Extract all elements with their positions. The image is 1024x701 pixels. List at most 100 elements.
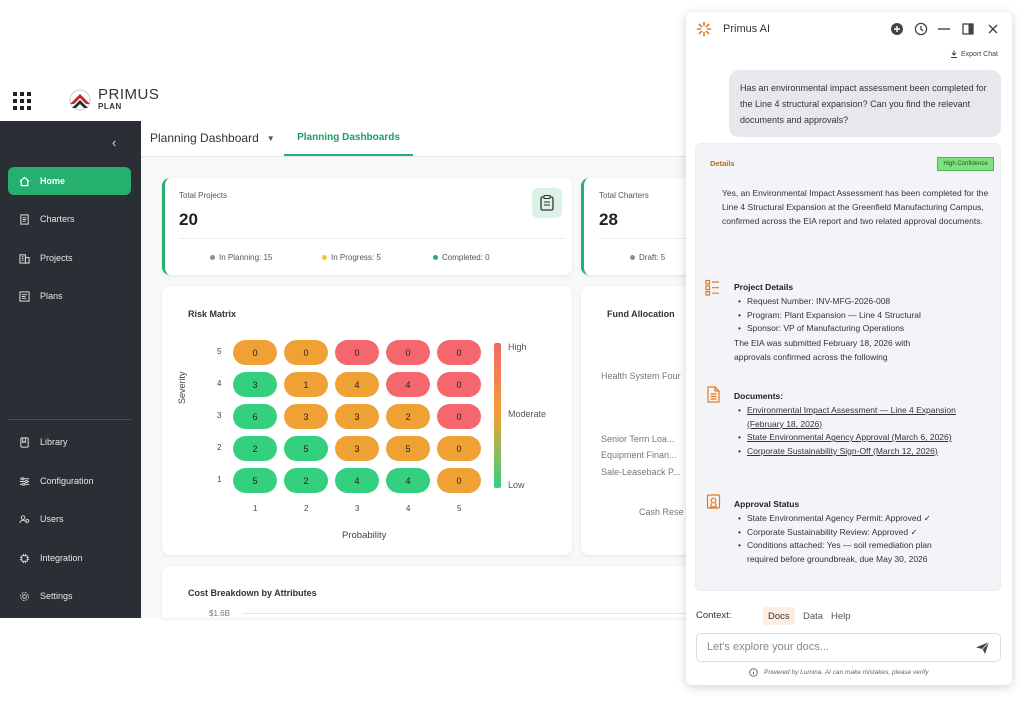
stat-value: 20 [179,210,198,229]
export-chat-button[interactable]: Export Chat [950,50,998,58]
risk-cell[interactable]: 1 [284,372,328,397]
severity-tick: 4 [217,379,222,388]
stat-value: 28 [599,210,618,229]
sidebar-item-library[interactable]: Library [8,428,131,456]
chevron-left-icon[interactable]: ‹ [112,135,116,150]
list-item: Request Number: INV-MFG-2026-008 [735,295,995,309]
ai-panel-title: Primus AI [723,23,771,35]
plan-icon [19,290,30,302]
sidebar-item-home[interactable]: Home [8,167,131,195]
fund-label: Sale-Leaseback P... [601,467,681,477]
severity-tick: 5 [217,347,222,356]
risk-cell[interactable]: 0 [335,340,379,365]
risk-cell[interactable]: 4 [335,372,379,397]
risk-cell[interactable]: 3 [233,372,277,397]
document-icon [707,386,720,403]
draft-stat: Draft: 5 [630,253,665,262]
dashboard-dropdown-label: Planning Dashboard [150,131,259,145]
risk-cell[interactable]: 3 [335,404,379,429]
chat-input-box [696,633,1001,662]
user-message: Has an environmental impact assessment b… [729,70,1001,137]
severity-tick: 1 [217,475,222,484]
primus-ai-logo-icon [696,21,712,37]
risk-cell[interactable]: 4 [386,468,430,493]
document-link[interactable]: Environmental Impact Assessment — Line 4… [735,404,960,431]
risk-cell[interactable]: 5 [233,468,277,493]
dashboard-dropdown[interactable]: Planning Dashboard ▼ [150,131,275,145]
history-icon[interactable] [914,22,928,36]
risk-cell[interactable]: 0 [437,436,481,461]
approval-status-list: State Environmental Agency Permit: Appro… [735,512,960,566]
fund-label: Health System Four [601,371,681,381]
sidebar-item-charters[interactable]: Charters [8,205,131,233]
risk-matrix-card: Risk Matrix Severity 5000004314403633202… [162,286,572,555]
tab-planning-dashboards[interactable]: Planning Dashboards [284,121,413,156]
risk-cell[interactable]: 0 [437,468,481,493]
risk-cell[interactable]: 2 [233,436,277,461]
primus-logo-icon [69,89,91,110]
severity-tick: 2 [217,443,222,452]
sidebar-item-label: Settings [40,591,73,601]
context-option-data[interactable]: Data [798,607,828,625]
risk-cell[interactable]: 4 [386,372,430,397]
risk-cell[interactable]: 6 [233,404,277,429]
clipboard-icon [532,188,562,218]
severity-tick: 3 [217,411,222,420]
risk-cell[interactable]: 3 [284,404,328,429]
stat-label: Total Charters [599,191,649,200]
in-planning-stat: In Planning: 15 [210,253,272,262]
sidebar-item-integration[interactable]: Integration [8,544,131,572]
document-icon [20,213,29,225]
fund-label: Senior Term Loa... [601,434,675,444]
legend-high: High [508,342,527,352]
minimize-icon[interactable] [937,22,951,36]
dock-panel-icon[interactable] [961,22,975,36]
sidebar-item-settings[interactable]: Settings [8,582,131,610]
risk-cell[interactable]: 0 [284,340,328,365]
risk-cell[interactable]: 2 [284,468,328,493]
sidebar-item-configuration[interactable]: Configuration [8,467,131,495]
risk-cell[interactable]: 0 [386,340,430,365]
sidebar-item-label: Configuration [40,476,94,486]
risk-cell[interactable]: 3 [335,436,379,461]
new-chat-icon[interactable] [890,22,904,36]
sidebar-item-plans[interactable]: Plans [8,282,131,310]
risk-cell[interactable]: 5 [386,436,430,461]
context-option-help[interactable]: Help [826,607,856,625]
building-icon [19,253,30,264]
stat-label: Total Projects [179,191,228,200]
certificate-icon [706,494,721,510]
chip-icon [19,553,30,563]
details-label: Details [710,159,735,168]
sidebar-item-projects[interactable]: Projects [8,244,131,272]
risk-cell[interactable]: 0 [437,372,481,397]
send-icon[interactable] [975,641,990,655]
sidebar-item-label: Library [40,437,68,447]
cost-axis-tick: $1.6B [209,609,230,618]
approval-status-heading: Approval Status [734,499,800,509]
risk-cell[interactable]: 0 [233,340,277,365]
sidebar-item-users[interactable]: Users [8,505,131,533]
risk-cell[interactable]: 0 [437,404,481,429]
sidebar-item-label: Projects [40,253,73,263]
caret-down-icon: ▼ [266,133,275,143]
sidebar-item-label: Charters [40,214,75,224]
total-projects-card: Total Projects 20 In Planning: 15 In Pro… [162,178,572,275]
completed-stat: Completed: 0 [433,253,490,262]
document-link[interactable]: State Environmental Agency Approval (Mar… [735,431,960,445]
risk-cell[interactable]: 5 [284,436,328,461]
fund-label: Cash Rese [639,507,684,517]
risk-cell[interactable]: 0 [437,340,481,365]
probability-axis-label: Probability [342,530,387,541]
context-option-docs[interactable]: Docs [763,607,795,625]
list-item: Conditions attached: Yes — soil remediat… [735,539,960,566]
legend-low: Low [508,480,525,490]
ai-disclaimer: Powered by Lumina. AI can make mistakes,… [749,668,929,677]
app-launcher-icon[interactable] [13,92,31,110]
close-icon[interactable] [986,22,1000,36]
risk-cell[interactable]: 2 [386,404,430,429]
document-link[interactable]: Corporate Sustainability Sign-Off (March… [735,445,960,459]
risk-cell[interactable]: 4 [335,468,379,493]
chat-input[interactable] [707,641,967,653]
brand-logo: PRIMUS PLAN [68,87,159,111]
